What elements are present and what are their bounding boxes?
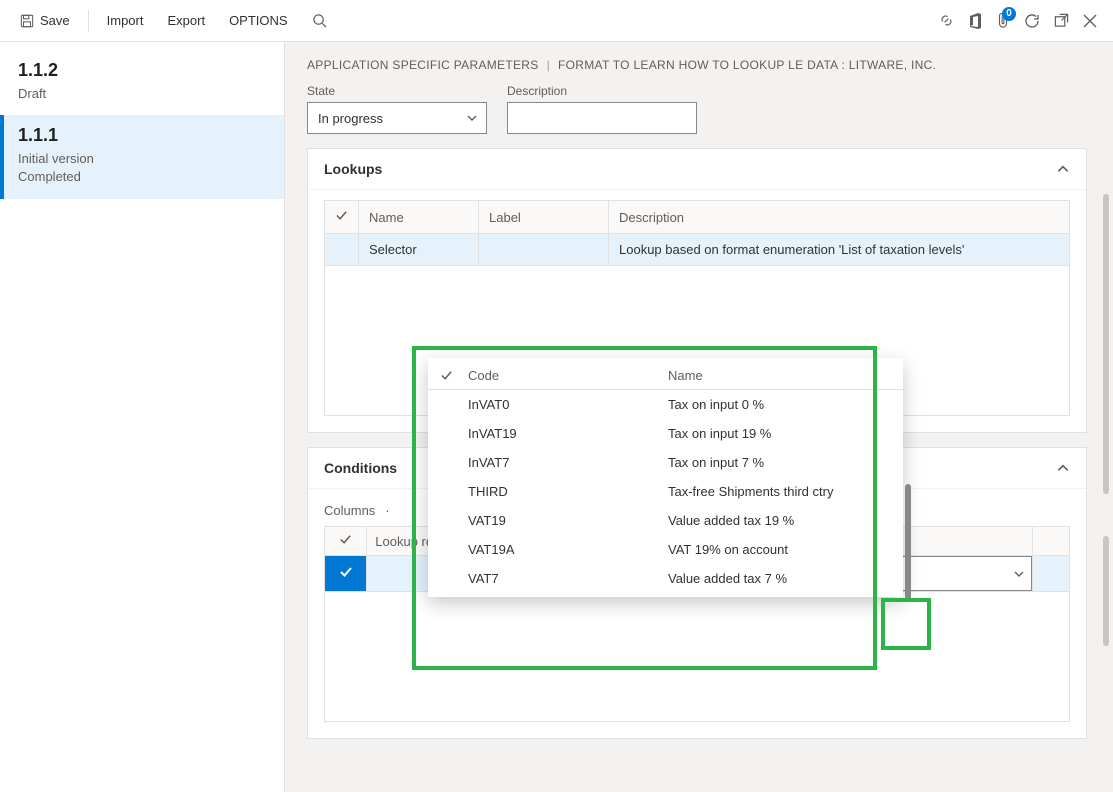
col-label[interactable]: Label (479, 201, 609, 234)
import-button[interactable]: Import (97, 7, 154, 34)
save-label: Save (40, 13, 70, 28)
row-check[interactable] (325, 556, 367, 592)
col-extra[interactable] (1032, 527, 1069, 556)
separator (88, 10, 89, 32)
row-check[interactable] (325, 234, 359, 266)
import-label: Import (107, 13, 144, 28)
popup-item[interactable]: InVAT19Tax on input 19 % (428, 419, 903, 448)
chevron-up-icon (1056, 162, 1070, 176)
breadcrumb-sep: | (547, 58, 550, 72)
chevron-up-icon (1056, 461, 1070, 475)
version-item-112[interactable]: 1.1.2 Draft (0, 50, 284, 115)
version-status: Draft (18, 85, 266, 103)
description-label: Description (507, 84, 697, 98)
version-item-111[interactable]: 1.1.1 Initial version Completed (0, 115, 284, 198)
row-name: Selector (359, 234, 479, 266)
state-label: State (307, 84, 487, 98)
description-field: Description (507, 84, 697, 134)
state-value: In progress (318, 111, 383, 126)
lookups-title: Lookups (324, 161, 382, 177)
command-bar: Save Import Export OPTIONS 0 (0, 0, 1113, 42)
popup-header: Code Name (428, 358, 903, 390)
export-button[interactable]: Export (157, 7, 215, 34)
select-all-header[interactable] (325, 527, 367, 556)
link-icon[interactable] (939, 13, 954, 28)
popup-item[interactable]: InVAT0Tax on input 0 % (428, 390, 903, 419)
table-row[interactable]: Selector Lookup based on format enumerat… (325, 234, 1070, 266)
table-header-row: Name Label Description (325, 201, 1070, 234)
col-desc[interactable]: Description (609, 201, 1070, 234)
office-icon[interactable] (968, 13, 982, 29)
attachments-badge: 0 (1002, 7, 1016, 21)
attachments-icon[interactable]: 0 (996, 13, 1010, 29)
form-row: State In progress Description (307, 84, 1093, 134)
popup-item[interactable]: VAT19AVAT 19% on account (428, 535, 903, 564)
scrollbar[interactable] (1103, 536, 1109, 646)
popup-item[interactable]: VAT7Value added tax 7 % (428, 564, 903, 593)
code-dropdown-popup: Code Name InVAT0Tax on input 0 % InVAT19… (428, 358, 903, 597)
search-button[interactable] (302, 7, 337, 34)
version-number: 1.1.1 (18, 125, 266, 146)
save-icon (20, 14, 34, 28)
toolbar-sep: · (385, 503, 389, 518)
export-label: Export (167, 13, 205, 28)
popup-item[interactable]: VAT19Value added tax 19 % (428, 506, 903, 535)
scrollbar[interactable] (1103, 194, 1109, 494)
row-label (479, 234, 609, 266)
version-status: Completed (18, 168, 266, 186)
chevron-down-icon (1013, 568, 1025, 580)
col-name[interactable]: Name (668, 368, 703, 383)
breadcrumb-a: APPLICATION SPECIFIC PARAMETERS (307, 58, 539, 72)
version-number: 1.1.2 (18, 60, 266, 81)
sidebar: 1.1.2 Draft 1.1.1 Initial version Comple… (0, 42, 285, 792)
search-icon (312, 13, 327, 28)
columns-button[interactable]: Columns (324, 503, 375, 518)
select-all-header[interactable] (440, 368, 468, 383)
options-button[interactable]: OPTIONS (219, 7, 298, 34)
popup-item[interactable]: THIRDTax-free Shipments third ctry (428, 477, 903, 506)
popout-icon[interactable] (1054, 13, 1069, 28)
breadcrumb-b: FORMAT TO LEARN HOW TO LOOKUP LE DATA : … (558, 58, 936, 72)
table-empty (325, 592, 1070, 722)
save-button[interactable]: Save (10, 7, 80, 34)
close-icon[interactable] (1083, 14, 1097, 28)
extra-cell (1032, 556, 1069, 592)
col-name[interactable]: Name (359, 201, 479, 234)
refresh-icon[interactable] (1024, 13, 1040, 29)
conditions-title: Conditions (324, 460, 397, 476)
scrollbar[interactable] (905, 484, 911, 602)
chevron-down-icon (466, 112, 478, 124)
state-select[interactable]: In progress (307, 102, 487, 134)
breadcrumb: APPLICATION SPECIFIC PARAMETERS | FORMAT… (307, 58, 1093, 72)
version-desc: Initial version (18, 150, 266, 168)
state-field: State In progress (307, 84, 487, 134)
select-all-header[interactable] (325, 201, 359, 234)
col-code[interactable]: Code (468, 368, 668, 383)
lookups-header[interactable]: Lookups (308, 149, 1086, 190)
description-input[interactable] (507, 102, 697, 134)
options-label: OPTIONS (229, 13, 288, 28)
row-desc: Lookup based on format enumeration 'List… (609, 234, 1070, 266)
popup-item[interactable]: InVAT7Tax on input 7 % (428, 448, 903, 477)
